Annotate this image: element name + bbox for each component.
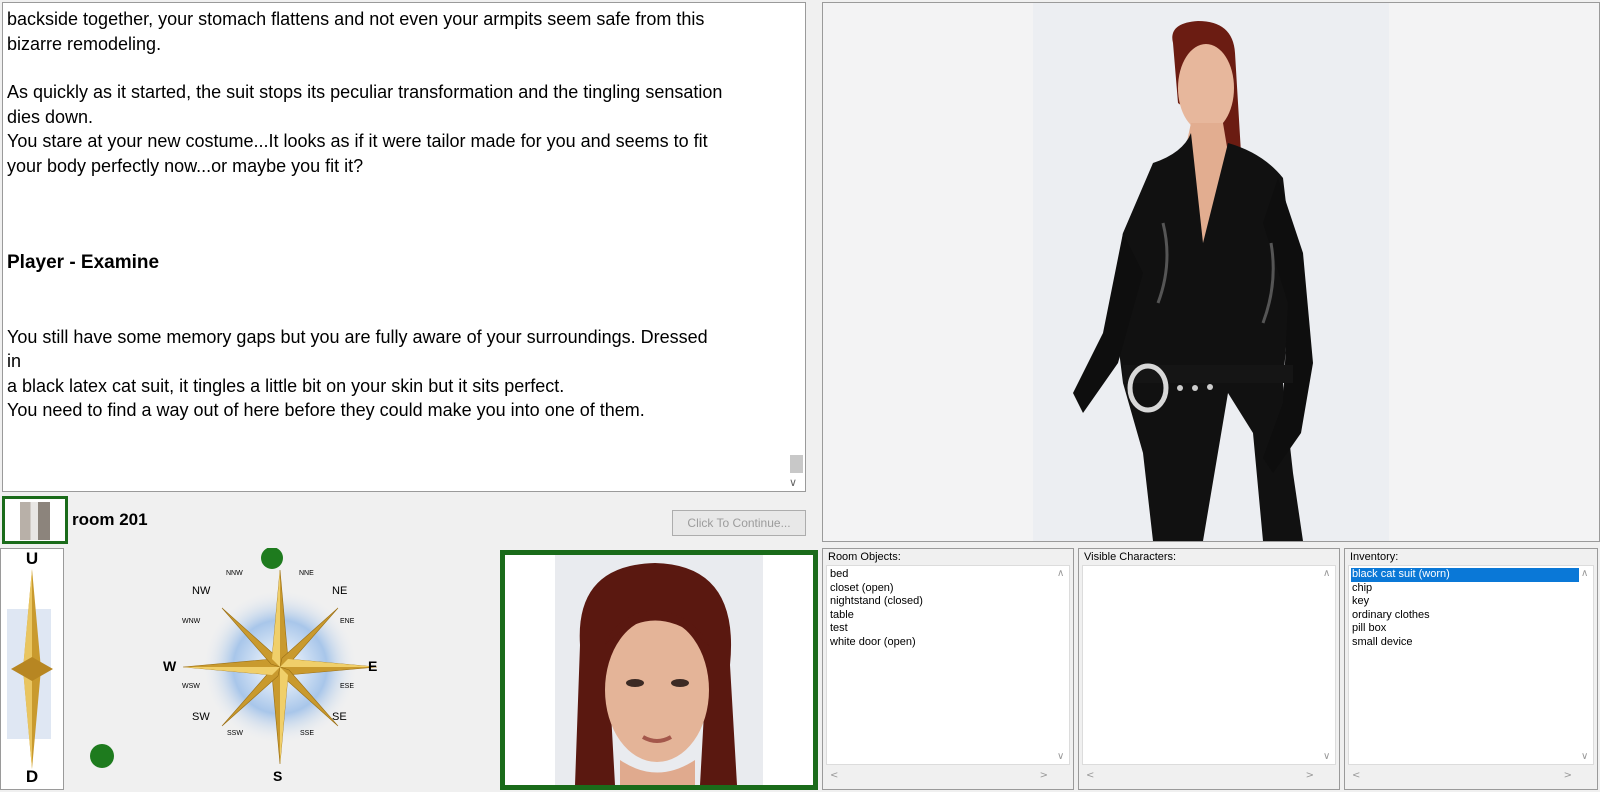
list-item[interactable]: key (1351, 595, 1593, 609)
compass-wsw[interactable]: WSW (182, 683, 200, 690)
story-heading: Player - Examine (7, 252, 160, 273)
list-item[interactable]: chip (1351, 582, 1593, 596)
visible-characters-title: Visible Characters: (1084, 551, 1177, 563)
story-line: your body perfectly now...or maybe you f… (7, 155, 364, 176)
room-name: room 201 (72, 510, 148, 529)
list-item[interactable]: bed (829, 568, 1069, 582)
vertical-scrollbar[interactable]: ∧ ∨ (1579, 566, 1593, 764)
compass-ne[interactable]: NE (332, 585, 347, 597)
compass-wnw[interactable]: WNW (182, 618, 200, 625)
room-objects-panel: Room Objects: bed closet (open) nightsta… (822, 548, 1074, 790)
story-line: bizarre remodeling. (7, 33, 162, 54)
story-line: backside together, your stomach flattens… (7, 9, 705, 29)
up-label[interactable]: U (1, 549, 63, 569)
list-item[interactable]: closet (open) (829, 582, 1069, 596)
continue-button[interactable]: Click To Continue... (672, 510, 806, 536)
list-item[interactable]: small device (1351, 636, 1593, 650)
scroll-right-icon[interactable]: > (1306, 770, 1314, 781)
portrait-image (555, 555, 763, 785)
scroll-down-icon[interactable]: ∨ (1057, 751, 1064, 762)
compass-sw[interactable]: SW (192, 711, 210, 723)
navigation-compass[interactable]: S W E NW NE SW SE NNW NNE WNW ENE WSW ES… (150, 548, 410, 790)
scroll-thumb[interactable] (790, 455, 803, 473)
compass-sse[interactable]: SSE (300, 730, 314, 737)
compass-ese[interactable]: ESE (340, 683, 354, 690)
room-objects-title: Room Objects: (828, 551, 901, 563)
story-line: You need to find a way out of here befor… (7, 400, 645, 420)
character-image (822, 2, 1600, 542)
character-portrait (500, 550, 818, 790)
scroll-down-arrow-icon[interactable]: ∨ (789, 476, 797, 489)
story-line: As quickly as it started, the suit stops… (7, 82, 723, 102)
scroll-up-icon[interactable]: ∧ (1581, 568, 1588, 579)
scroll-right-icon[interactable]: > (1040, 770, 1048, 781)
down-label[interactable]: D (1, 767, 63, 787)
room-picture (20, 502, 50, 540)
exit-marker-down[interactable] (90, 744, 114, 768)
story-line: dies down. (7, 106, 94, 127)
compass-nw[interactable]: NW (192, 585, 210, 597)
list-item-selected[interactable]: black cat suit (worn) (1351, 568, 1593, 582)
list-item[interactable]: nightstand (closed) (829, 595, 1069, 609)
list-item[interactable]: test (829, 622, 1069, 636)
list-item[interactable]: ordinary clothes (1351, 609, 1593, 623)
scroll-left-icon[interactable]: < (830, 770, 838, 781)
scroll-right-icon[interactable]: > (1564, 770, 1572, 781)
up-down-compass[interactable]: U D (0, 548, 64, 790)
inventory-list[interactable]: black cat suit (worn) chip key ordinary … (1348, 565, 1594, 765)
compass-nnw[interactable]: NNW (226, 570, 243, 577)
list-item[interactable]: table (829, 609, 1069, 623)
story-line: in (7, 351, 22, 371)
scroll-down-icon[interactable]: ∨ (1581, 751, 1588, 762)
story-panel[interactable]: backside together, your stomach flattens… (2, 2, 806, 492)
scroll-up-icon[interactable]: ∧ (1057, 568, 1064, 579)
inventory-panel: Inventory: black cat suit (worn) chip ke… (1344, 548, 1598, 790)
visible-characters-list[interactable]: ∧ ∨ (1082, 565, 1336, 765)
list-item[interactable]: white door (open) (829, 636, 1069, 650)
list-item[interactable]: pill box (1351, 622, 1593, 636)
room-thumbnail[interactable] (2, 496, 68, 544)
horizontal-scrollbar[interactable]: < > (1348, 767, 1594, 785)
scroll-left-icon[interactable]: < (1086, 770, 1094, 781)
vertical-scrollbar[interactable]: ∧ ∨ (1321, 566, 1335, 764)
compass-ssw[interactable]: SSW (227, 730, 243, 737)
exit-marker-north (261, 548, 283, 569)
compass-nne[interactable]: NNE (299, 570, 314, 577)
story-line: You stare at your new costume...It looks… (7, 131, 708, 151)
compass-w[interactable]: W (163, 658, 176, 674)
compass-se[interactable]: SE (332, 711, 347, 723)
compass-ene[interactable]: ENE (340, 618, 354, 625)
vertical-scrollbar[interactable]: ∧ ∨ (1055, 566, 1069, 764)
story-line: a black latex cat suit, it tingles a lit… (7, 375, 565, 396)
scroll-left-icon[interactable]: < (1352, 770, 1360, 781)
inventory-title: Inventory: (1350, 551, 1399, 563)
room-objects-list[interactable]: bed closet (open) nightstand (closed) ta… (826, 565, 1070, 765)
visible-characters-panel: Visible Characters: ∧ ∨ < > (1078, 548, 1340, 790)
horizontal-scrollbar[interactable]: < > (1082, 767, 1336, 785)
compass-s[interactable]: S (273, 768, 282, 784)
story-line: You still have some memory gaps but you … (7, 326, 708, 347)
compass-e[interactable]: E (368, 658, 377, 674)
horizontal-scrollbar[interactable]: < > (826, 767, 1070, 785)
scroll-up-icon[interactable]: ∧ (1323, 568, 1330, 579)
story-scrollbar[interactable]: ∨ (787, 3, 805, 491)
up-down-star-icon (7, 569, 53, 769)
scroll-down-icon[interactable]: ∨ (1323, 751, 1330, 762)
story-text: backside together, your stomach flattens… (7, 7, 783, 487)
figure-silhouette (1073, 21, 1313, 541)
